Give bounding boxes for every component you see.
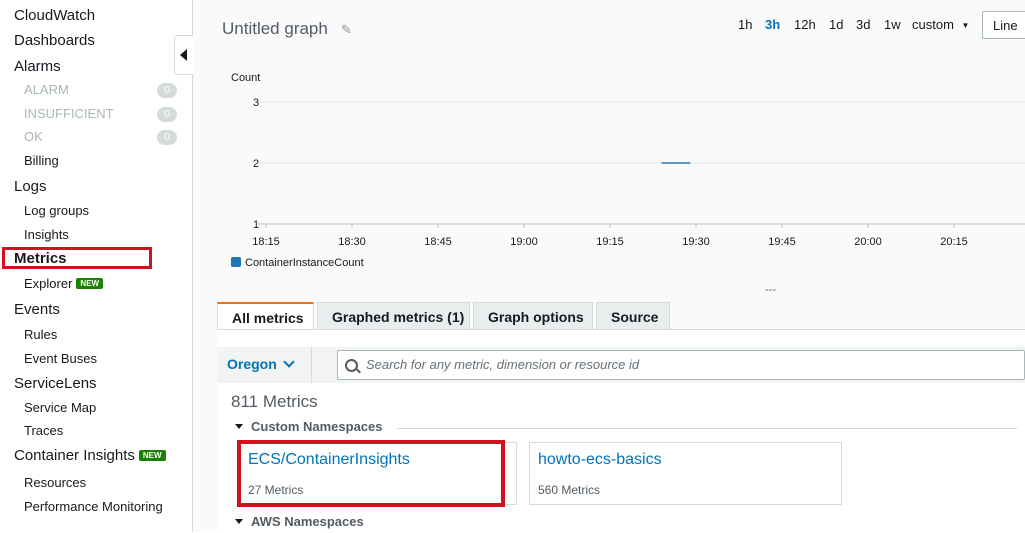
tab-graphed-metrics[interactable]: Graphed metrics (1) bbox=[317, 302, 470, 330]
y-tick-label: 3 bbox=[253, 97, 259, 109]
tab-source[interactable]: Source bbox=[596, 302, 670, 330]
aws-namespaces-header[interactable]: AWS Namespaces bbox=[235, 514, 364, 529]
namespace-card-howto[interactable]: howto-ecs-basics 560 Metrics bbox=[529, 442, 842, 505]
y-tick-label: 1 bbox=[253, 219, 259, 231]
sidebar-item-cloudwatch[interactable]: CloudWatch bbox=[14, 7, 95, 24]
sidebar-item-container-insights[interactable]: Container Insights NEW bbox=[14, 447, 166, 464]
sidebar-item-log-groups[interactable]: Log groups bbox=[24, 203, 89, 218]
sidebar-item-rules[interactable]: Rules bbox=[24, 327, 57, 342]
new-badge: NEW bbox=[76, 278, 104, 289]
new-badge: NEW bbox=[138, 450, 166, 461]
insufficient-count-badge: 0 bbox=[157, 107, 177, 122]
metrics-highlight-box bbox=[2, 247, 152, 269]
x-tick-label: 19:15 bbox=[596, 236, 624, 248]
metrics-browser-panel: Oregon 811 Metrics Custom Namespaces ECS… bbox=[217, 329, 1025, 533]
sidebar-item-logs[interactable]: Logs bbox=[14, 178, 47, 195]
sidebar-item-insufficient[interactable]: INSUFFICIENT bbox=[24, 106, 114, 121]
sidebar-item-resources[interactable]: Resources bbox=[24, 475, 86, 490]
search-icon bbox=[345, 359, 358, 372]
sidebar-item-explorer[interactable]: Explorer NEW bbox=[24, 276, 104, 291]
caret-down-icon bbox=[235, 424, 243, 429]
chart-legend[interactable]: ContainerInstanceCount bbox=[231, 257, 364, 269]
sidebar: CloudWatch Dashboards Alarms ALARM 0 INS… bbox=[0, 0, 193, 532]
x-tick-label: 18:30 bbox=[338, 236, 366, 248]
namespace-metric-count: 560 Metrics bbox=[538, 483, 601, 497]
sidebar-item-event-buses[interactable]: Event Buses bbox=[24, 351, 97, 366]
x-tick-label: 18:45 bbox=[424, 236, 452, 248]
sidebar-item-alarm-state[interactable]: ALARM bbox=[24, 82, 69, 97]
sidebar-item-label: Container Insights bbox=[14, 447, 135, 464]
tab-all-metrics[interactable]: All metrics bbox=[217, 302, 314, 332]
sidebar-item-events[interactable]: Events bbox=[14, 301, 60, 318]
legend-swatch bbox=[231, 257, 241, 267]
divider bbox=[311, 347, 312, 383]
divider bbox=[397, 428, 1017, 429]
caret-down-icon bbox=[235, 519, 243, 524]
sidebar-item-insights[interactable]: Insights bbox=[24, 227, 69, 242]
alarm-count-badge: 0 bbox=[157, 83, 177, 98]
metric-count: 811 Metrics bbox=[231, 392, 318, 411]
x-tick-label: 20:00 bbox=[854, 236, 882, 248]
sidebar-item-dashboards[interactable]: Dashboards bbox=[14, 32, 95, 49]
search-input[interactable] bbox=[364, 356, 1008, 373]
sidebar-item-performance-monitoring[interactable]: Performance Monitoring bbox=[24, 499, 163, 514]
x-tick-label: 19:30 bbox=[682, 236, 710, 248]
custom-namespaces-label: Custom Namespaces bbox=[251, 419, 383, 434]
aws-namespaces-label: AWS Namespaces bbox=[251, 514, 364, 529]
graph-resize-handle[interactable]: --- bbox=[765, 284, 776, 296]
y-axis-label: Count bbox=[231, 72, 260, 84]
chart-svg: Count 1 2 3 18:15 18:30 18:45 19:00 19:15 19:30 1… bbox=[231, 72, 1025, 248]
sidebar-item-billing[interactable]: Billing bbox=[24, 153, 59, 168]
region-label: Oregon bbox=[227, 356, 277, 372]
sidebar-item-servicelens[interactable]: ServiceLens bbox=[14, 375, 97, 392]
tab-graph-options[interactable]: Graph options bbox=[473, 302, 593, 330]
sidebar-item-traces[interactable]: Traces bbox=[24, 423, 63, 438]
sidebar-item-ok[interactable]: OK bbox=[24, 129, 43, 144]
namespace-name[interactable]: howto-ecs-basics bbox=[538, 451, 662, 469]
main-content: Untitled graph ✎ 1h 3h 12h 1d 3d 1w cust… bbox=[193, 0, 1025, 533]
region-dropdown[interactable]: Oregon bbox=[227, 356, 295, 372]
sidebar-item-service-map[interactable]: Service Map bbox=[24, 400, 96, 415]
x-tick-label: 19:45 bbox=[768, 236, 796, 248]
namespace-highlight-box bbox=[237, 440, 505, 507]
custom-namespaces-header[interactable]: Custom Namespaces bbox=[235, 419, 383, 434]
x-tick-label: 19:00 bbox=[510, 236, 538, 248]
search-bar: Oregon bbox=[217, 347, 1025, 383]
y-tick-label: 2 bbox=[253, 158, 259, 170]
x-tick-label: 18:15 bbox=[252, 236, 280, 248]
legend-label: ContainerInstanceCount bbox=[245, 257, 364, 269]
search-field[interactable] bbox=[337, 350, 1025, 380]
sidebar-item-alarms[interactable]: Alarms bbox=[14, 58, 61, 75]
x-tick-label: 20:15 bbox=[940, 236, 968, 248]
sidebar-collapse-button[interactable] bbox=[174, 35, 193, 75]
ok-count-badge: 0 bbox=[157, 130, 177, 145]
collapse-arrow-icon bbox=[180, 49, 187, 61]
sidebar-item-label: Explorer bbox=[24, 276, 73, 291]
chevron-down-icon bbox=[283, 356, 295, 368]
